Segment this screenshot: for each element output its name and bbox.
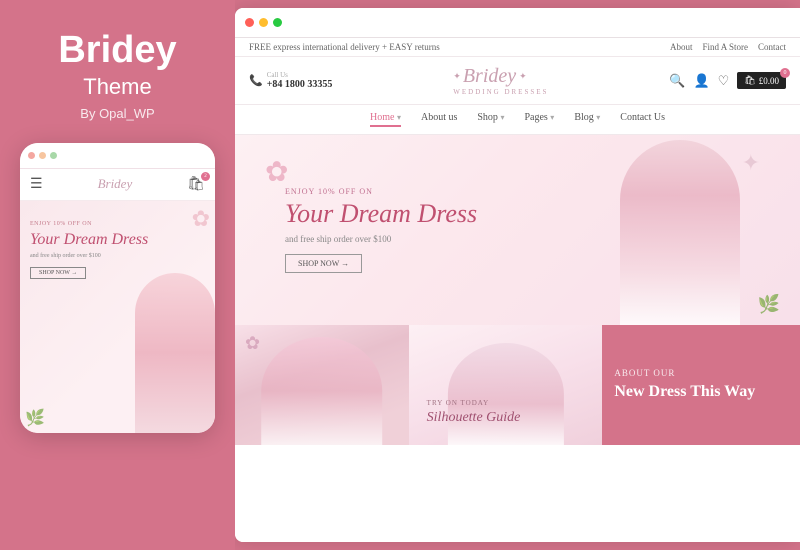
phone-number: +84 1800 33355 (267, 79, 333, 90)
mobile-bride-shape (135, 273, 215, 433)
mobile-hero-sub: and free ship order over $100 (30, 253, 148, 259)
hero-cta-button[interactable]: SHOP NOW → (285, 254, 362, 273)
site-phone: 📞 Call Us +84 1800 33355 (249, 71, 332, 90)
bottom-grid: ✿ Try on today Silhouette Guide About Ou… (235, 325, 800, 445)
site-logo: ✦ Bridey ✦ WEDDING DRESSES (453, 65, 548, 96)
topbar-contact-link[interactable]: Contact (758, 42, 786, 52)
phone-icon: 📞 (249, 74, 263, 87)
site-nav: Home ▾ About us Shop ▾ Pages ▾ Blog ▾ Co… (235, 105, 800, 135)
nav-home[interactable]: Home ▾ (370, 112, 401, 127)
topbar-links: About Find A Store Contact (670, 42, 786, 52)
grid-item-2-label: Try on today (427, 399, 585, 407)
mobile-dot-red (28, 152, 35, 159)
brand-by: By Opal_WP (80, 106, 154, 121)
logo-left-wing: ✦ (453, 71, 460, 82)
mobile-nav-bar: ☰ Bridey 🛍 2 (20, 169, 215, 201)
hero-discount: ENJOY 10% OFF ON (285, 187, 477, 196)
hero-bride-shape (620, 140, 740, 325)
cart-badge: 0 (780, 68, 790, 78)
logo-text: Bridey (463, 65, 516, 88)
site-top-bar: FREE express international delivery + EA… (235, 38, 800, 57)
nav-contact[interactable]: Contact Us (620, 112, 665, 127)
mobile-hero-title: Your Dream Dress (30, 230, 148, 249)
grid-item-2: Try on today Silhouette Guide (409, 325, 603, 445)
brand-title: Bridey (58, 30, 176, 72)
mobile-cart-icon: 🛍 2 (187, 176, 205, 193)
browser-dot-green (273, 18, 282, 27)
grid-flower-icon: ✿ (245, 333, 260, 354)
nav-shop[interactable]: Shop ▾ (477, 112, 504, 127)
mobile-mockup: ☰ Bridey 🛍 2 ENJOY 10% OFF ON Your Dream… (20, 143, 215, 433)
grid-bride-image-1: ✿ (235, 325, 409, 445)
grid-item-2-content: Try on today Silhouette Guide (419, 391, 593, 435)
logo-subtitle: WEDDING DRESSES (453, 88, 548, 96)
topbar-promo: FREE express international delivery + EA… (249, 42, 440, 52)
theme-label: Theme (83, 74, 151, 100)
nav-blog[interactable]: Blog ▾ (574, 112, 600, 127)
hero-subtitle: and free ship order over $100 (285, 234, 477, 244)
browser-dot-red (245, 18, 254, 27)
account-icon[interactable]: 👤 (693, 73, 709, 89)
header-icons: 🔍 👤 ♡ 0 🛍 £0.00 (669, 72, 786, 89)
logo-with-wings: ✦ Bridey ✦ (453, 65, 548, 88)
hamburger-icon: ☰ (30, 176, 43, 193)
browser-window: FREE express international delivery + EA… (235, 8, 800, 542)
mobile-flower-icon: ✿ (192, 206, 210, 232)
mobile-logo: Bridey (98, 175, 133, 193)
hero-flower-left-icon: ✿ (265, 155, 288, 189)
mobile-top-bar (20, 143, 215, 169)
nav-pages[interactable]: Pages ▾ (524, 112, 554, 127)
hero-content: ENJOY 10% OFF ON Your Dream Dress and fr… (235, 187, 477, 273)
search-icon[interactable]: 🔍 (669, 73, 685, 89)
left-panel: Bridey Theme By Opal_WP ☰ Bridey 🛍 2 ENJ… (0, 0, 235, 550)
hero-section: ✿ ENJOY 10% OFF ON Your Dream Dress and … (235, 135, 800, 325)
hero-leaf-icon: 🌿 (758, 294, 780, 315)
mobile-cart-badge: 2 (201, 172, 210, 181)
topbar-about-link[interactable]: About (670, 42, 693, 52)
website-content: FREE express international delivery + EA… (235, 38, 800, 542)
wishlist-icon[interactable]: ♡ (718, 73, 730, 89)
cart-button[interactable]: 0 🛍 £0.00 (737, 72, 786, 89)
hero-flower-right-icon: ✦ (742, 150, 760, 176)
phone-info: Call Us +84 1800 33355 (267, 71, 333, 90)
topbar-find-link[interactable]: Find A Store (702, 42, 748, 52)
grid-item-2-title: Silhouette Guide (427, 410, 585, 427)
mobile-hero: ENJOY 10% OFF ON Your Dream Dress and fr… (20, 201, 215, 433)
mobile-leaf-icon: 🌿 (25, 408, 45, 428)
cart-amount: £0.00 (759, 76, 779, 86)
mobile-dot-yellow (39, 152, 46, 159)
nav-about[interactable]: About us (421, 112, 457, 127)
phone-label: Call Us (267, 71, 333, 79)
grid-item-1: ✿ (235, 325, 409, 445)
grid-item-3: About Our New Dress This Way (602, 325, 800, 445)
mobile-dot-green (50, 152, 57, 159)
mobile-shop-button[interactable]: SHOP NOW → (30, 267, 86, 279)
mobile-discount: ENJOY 10% OFF ON (30, 221, 148, 227)
browser-dot-yellow (259, 18, 268, 27)
logo-right-wing: ✦ (519, 71, 526, 82)
grid-item-3-title: New Dress This Way (614, 382, 788, 401)
grid-item-3-about: About Our (614, 368, 788, 378)
browser-bar (235, 8, 800, 38)
hero-title: Your Dream Dress (285, 200, 477, 229)
site-header: 📞 Call Us +84 1800 33355 ✦ Bridey ✦ WEDD… (235, 57, 800, 105)
mobile-hero-content: ENJOY 10% OFF ON Your Dream Dress and fr… (30, 221, 148, 279)
